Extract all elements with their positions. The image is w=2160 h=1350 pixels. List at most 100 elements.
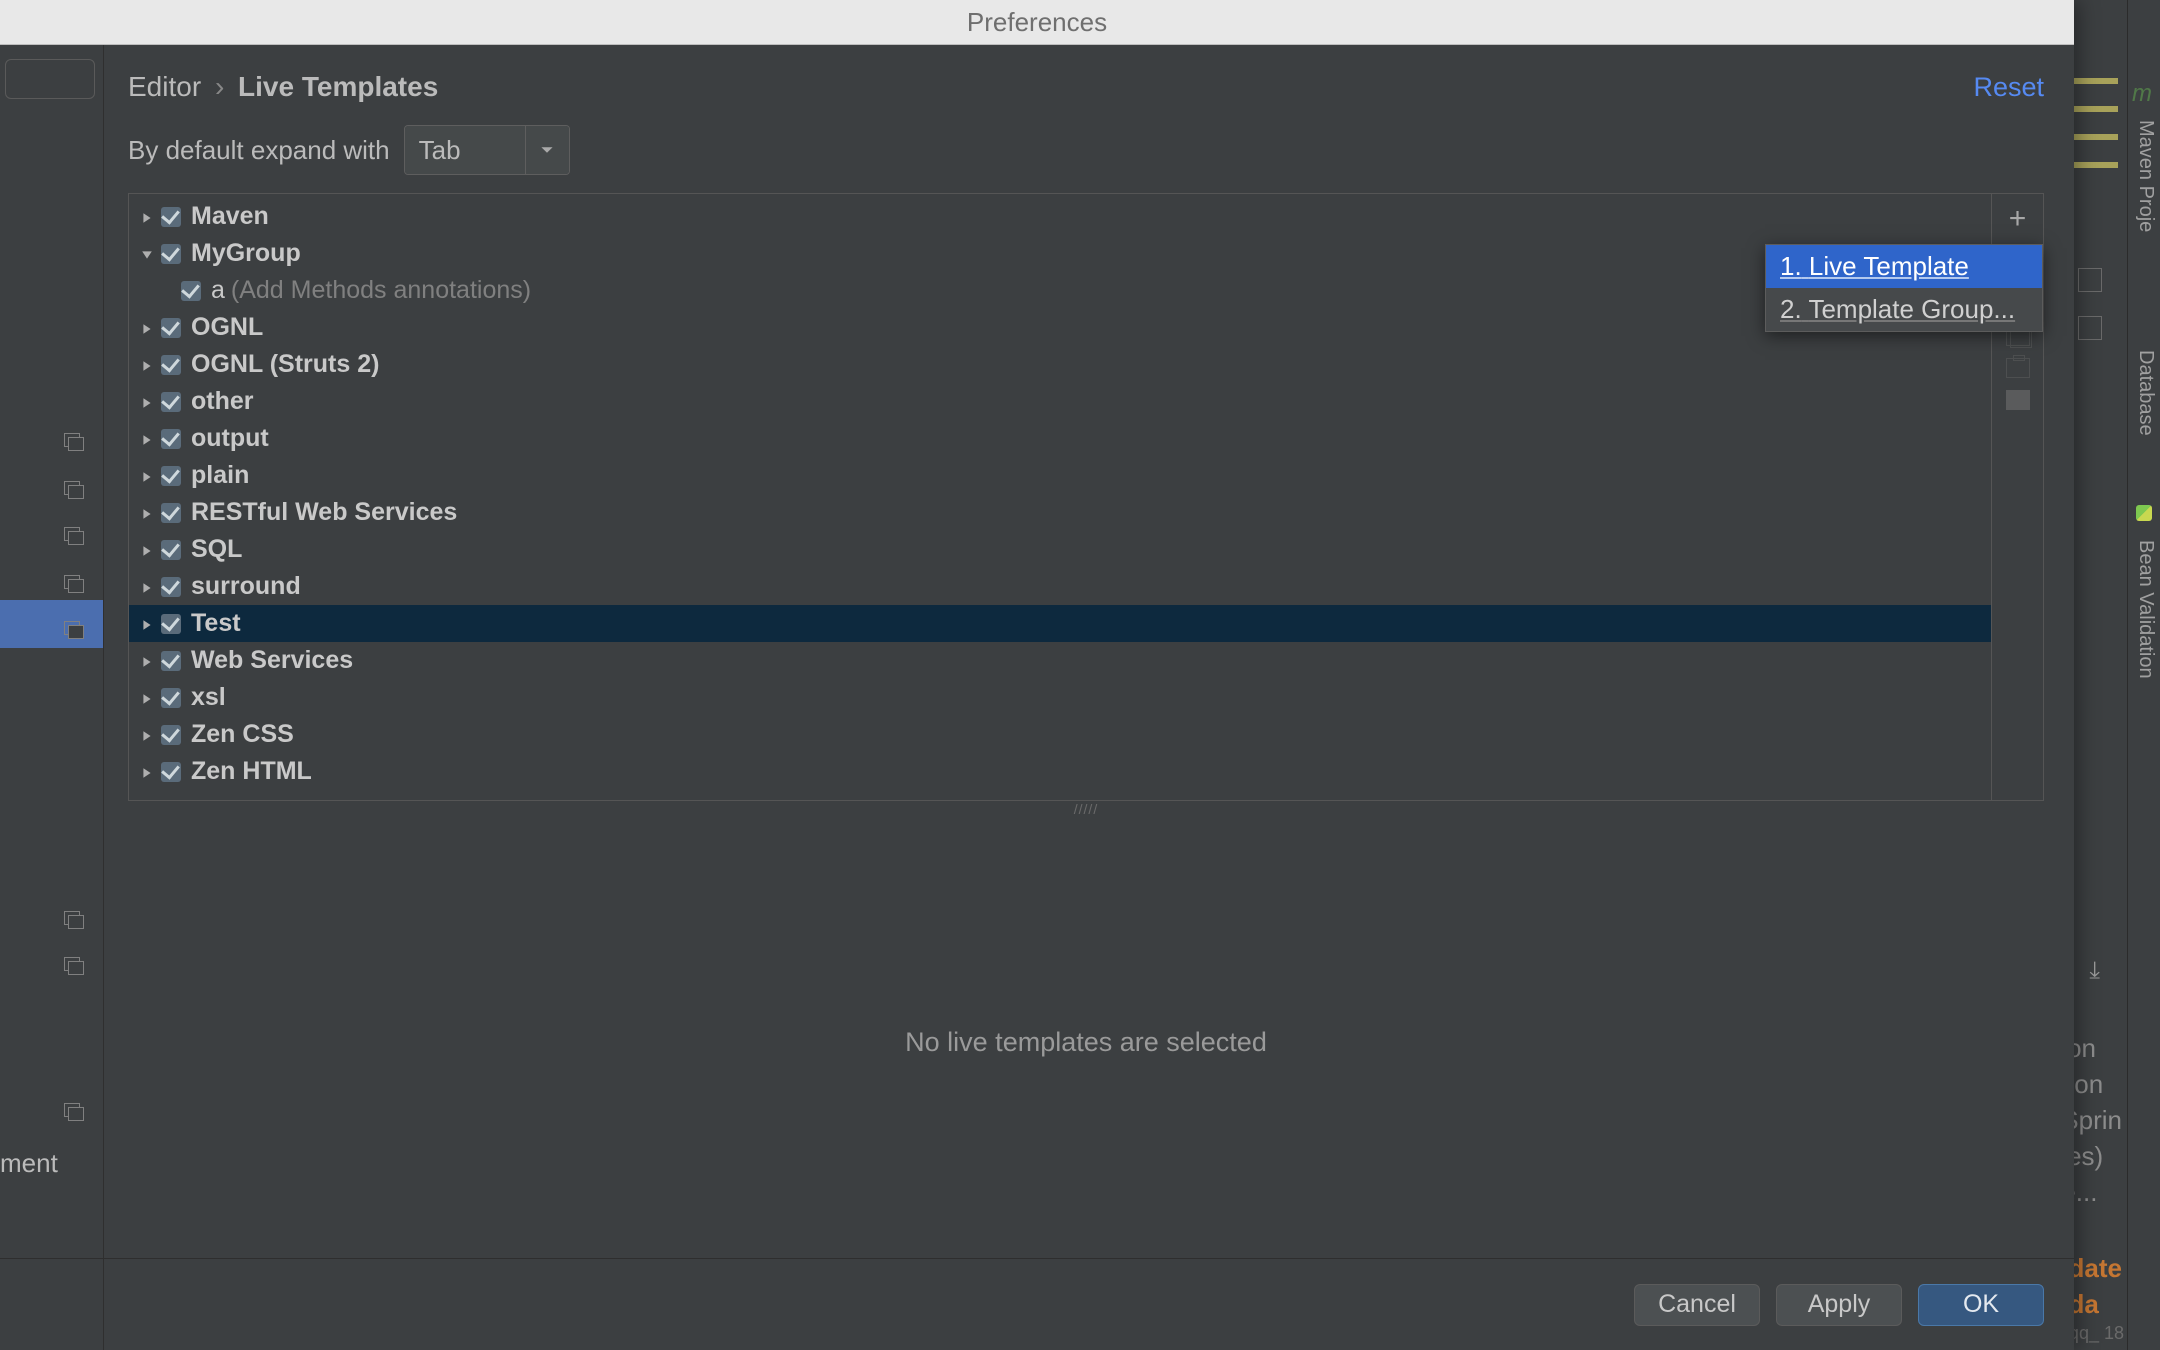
checkbox[interactable] bbox=[161, 503, 181, 523]
maven-tool-label[interactable]: Maven Proje bbox=[2134, 120, 2157, 232]
menu-item-template-group[interactable]: 2. Template Group... bbox=[1766, 288, 2042, 331]
dialog-footer: Cancel Apply OK bbox=[0, 1258, 2074, 1350]
resize-grip[interactable]: ///// bbox=[128, 801, 2044, 817]
tree-group[interactable]: Zen HTML bbox=[129, 753, 1991, 790]
expand-with-label: By default expand with bbox=[128, 135, 390, 166]
settings-page-body: Editor › Live Templates Reset By default… bbox=[104, 45, 2074, 1258]
group-label: Web Services bbox=[191, 646, 353, 675]
duplicate-button[interactable] bbox=[2006, 390, 2030, 410]
database-tool-label[interactable]: Database bbox=[2134, 350, 2157, 436]
checkbox[interactable] bbox=[161, 355, 181, 375]
chevron-right-icon[interactable] bbox=[139, 646, 155, 675]
checkbox[interactable] bbox=[161, 725, 181, 745]
tree-group[interactable]: RESTful Web Services bbox=[129, 494, 1991, 531]
tree-group[interactable]: Web Services bbox=[129, 642, 1991, 679]
breadcrumb-root[interactable]: Editor bbox=[128, 71, 201, 102]
group-label: Maven bbox=[191, 202, 269, 231]
ok-button[interactable]: OK bbox=[1918, 1284, 2044, 1326]
editor-markers bbox=[2068, 78, 2118, 190]
tree-group[interactable]: MyGroup bbox=[129, 235, 1991, 272]
maven-tool-icon[interactable]: m bbox=[2132, 80, 2152, 108]
add-menu: 1. Live Template 2. Template Group... bbox=[1765, 244, 2043, 332]
tree-group[interactable]: Maven bbox=[129, 198, 1991, 235]
tree-group[interactable]: Test bbox=[129, 605, 1991, 642]
checkbox[interactable] bbox=[161, 429, 181, 449]
chevron-right-icon[interactable] bbox=[139, 757, 155, 786]
checkbox[interactable] bbox=[161, 466, 181, 486]
checkbox[interactable] bbox=[161, 762, 181, 782]
templates-tree[interactable]: MavenMyGroupa(Add Methods annotations)OG… bbox=[129, 194, 1991, 800]
tree-group[interactable]: OGNL bbox=[129, 309, 1991, 346]
chevron-right-icon[interactable] bbox=[139, 202, 155, 231]
checkbox[interactable] bbox=[161, 651, 181, 671]
tree-group[interactable]: OGNL (Struts 2) bbox=[129, 346, 1991, 383]
breadcrumb: Editor › Live Templates Reset bbox=[128, 71, 2044, 103]
templates-tree-panel: MavenMyGroupa(Add Methods annotations)OG… bbox=[128, 193, 2044, 801]
chevron-right-icon[interactable] bbox=[139, 572, 155, 601]
chevron-right-icon[interactable] bbox=[139, 609, 155, 638]
copy-icon bbox=[64, 575, 84, 593]
download-icon[interactable]: ⤓ bbox=[2089, 957, 2100, 985]
search-input[interactable] bbox=[5, 59, 95, 99]
chevron-right-icon[interactable] bbox=[139, 387, 155, 416]
cancel-button[interactable]: Cancel bbox=[1634, 1284, 1760, 1326]
titlebar: Preferences bbox=[0, 0, 2074, 45]
checkbox[interactable] bbox=[161, 318, 181, 338]
toolwin-icon-b[interactable] bbox=[2078, 316, 2102, 340]
checkbox[interactable] bbox=[181, 281, 201, 301]
tree-group[interactable]: surround bbox=[129, 568, 1991, 605]
chevron-right-icon[interactable] bbox=[139, 313, 155, 342]
toolwin-icon-a[interactable] bbox=[2078, 268, 2102, 292]
menu-item-live-template[interactable]: 1. Live Template bbox=[1766, 245, 2042, 288]
window-title: Preferences bbox=[967, 7, 1107, 38]
checkbox[interactable] bbox=[161, 244, 181, 264]
chevron-right-icon[interactable] bbox=[139, 461, 155, 490]
chevron-down-icon[interactable] bbox=[525, 126, 569, 174]
chevron-right-icon[interactable] bbox=[139, 683, 155, 712]
group-label: MyGroup bbox=[191, 239, 301, 268]
checkbox[interactable] bbox=[161, 392, 181, 412]
checkbox[interactable] bbox=[161, 688, 181, 708]
expand-with-select[interactable]: Tab bbox=[404, 125, 570, 175]
template-abbr: a bbox=[211, 276, 225, 305]
sidebar-item-selected[interactable] bbox=[0, 600, 103, 648]
group-label: Test bbox=[191, 609, 241, 638]
group-label: xsl bbox=[191, 683, 226, 712]
apply-button[interactable]: Apply bbox=[1776, 1284, 1902, 1326]
bean-validation-tool-label[interactable]: Bean Validation bbox=[2134, 540, 2157, 679]
copy-icon bbox=[64, 621, 84, 639]
sidebar-fragment: ment bbox=[0, 1148, 58, 1179]
chevron-down-icon[interactable] bbox=[139, 239, 155, 268]
group-label: RESTful Web Services bbox=[191, 498, 457, 527]
copy-icon bbox=[64, 527, 84, 545]
checkbox[interactable] bbox=[161, 614, 181, 634]
breadcrumb-page: Live Templates bbox=[238, 71, 438, 102]
checkbox[interactable] bbox=[161, 577, 181, 597]
tree-group[interactable]: Zen CSS bbox=[129, 716, 1991, 753]
group-label: OGNL (Struts 2) bbox=[191, 350, 379, 379]
add-button[interactable]: + bbox=[2009, 202, 2027, 236]
checkbox[interactable] bbox=[161, 540, 181, 560]
chevron-right-icon[interactable] bbox=[139, 498, 155, 527]
settings-nav-sidebar[interactable]: ment bbox=[0, 45, 104, 1350]
chevron-right-icon[interactable] bbox=[139, 350, 155, 379]
template-desc: (Add Methods annotations) bbox=[231, 276, 531, 305]
preferences-dialog: Preferences ment Editor › Live Templates… bbox=[0, 0, 2074, 1350]
bean-validation-icon[interactable] bbox=[2136, 505, 2152, 521]
tree-group[interactable]: SQL bbox=[129, 531, 1991, 568]
paste-button[interactable] bbox=[2006, 358, 2030, 378]
copy-icon bbox=[64, 1103, 84, 1121]
group-label: surround bbox=[191, 572, 301, 601]
reset-link[interactable]: Reset bbox=[1973, 72, 2044, 103]
tree-group[interactable]: output bbox=[129, 420, 1991, 457]
tree-template-item[interactable]: a(Add Methods annotations) bbox=[129, 272, 1991, 309]
chevron-right-icon[interactable] bbox=[139, 535, 155, 564]
chevron-right-icon[interactable] bbox=[139, 424, 155, 453]
copy-icon bbox=[64, 911, 84, 929]
checkbox[interactable] bbox=[161, 207, 181, 227]
tree-group[interactable]: plain bbox=[129, 457, 1991, 494]
tree-group[interactable]: xsl bbox=[129, 679, 1991, 716]
tree-group[interactable]: other bbox=[129, 383, 1991, 420]
chevron-right-icon[interactable] bbox=[139, 720, 155, 749]
group-label: output bbox=[191, 424, 269, 453]
